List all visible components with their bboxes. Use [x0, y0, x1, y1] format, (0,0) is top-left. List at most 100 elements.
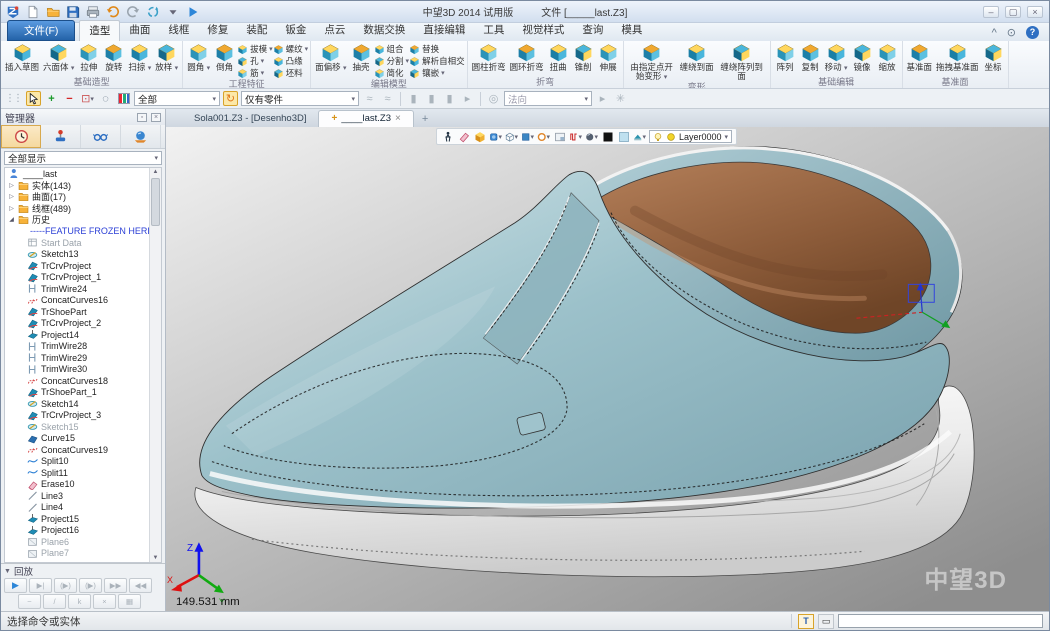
orientation-dropdown[interactable]: 法向▾ — [504, 91, 592, 106]
tree-item-Project15[interactable]: Project15 — [5, 513, 149, 525]
display-filter-dropdown[interactable]: 全部显示▾ — [4, 151, 162, 165]
zw3d-logo-icon[interactable] — [5, 4, 21, 20]
ribbon-button-解析自相交[interactable]: 解析自相交 — [409, 55, 465, 67]
tree-item-StartData[interactable]: Start Data — [5, 237, 149, 249]
tree-item-TrimWire29[interactable]: TrimWire29 — [5, 352, 149, 364]
scroll-up-icon[interactable]: ▲ — [150, 169, 161, 175]
ribbon-button-旋转[interactable]: 旋转 — [101, 42, 126, 72]
open-file-icon[interactable] — [45, 4, 61, 20]
collapse-ribbon-icon[interactable]: ^ — [992, 27, 997, 39]
walk-mode-icon[interactable] — [441, 130, 454, 143]
tree-item-Curve15[interactable]: Curve15 — [5, 433, 149, 445]
ribbon-button-螺纹[interactable]: 螺纹▾ — [273, 43, 309, 55]
ribbon-button-拖拽基准面[interactable]: 拖拽基准面 — [934, 42, 981, 72]
tree-item-Sketch15[interactable]: Sketch15 — [5, 421, 149, 433]
close-button[interactable]: × — [1027, 6, 1043, 18]
tree-item-Erase10[interactable]: Erase10 — [5, 479, 149, 491]
ribbon-tab-工具[interactable]: 工具 — [474, 20, 513, 41]
ribbon-button-圆环折弯[interactable]: 圆环折弯 — [508, 42, 546, 72]
tree-scrollbar[interactable]: ▲ ▼ — [149, 168, 161, 562]
tree-item-(143)[interactable]: ▷实体(143) — [5, 180, 149, 192]
tree-item-Split10[interactable]: Split10 — [5, 456, 149, 468]
entity-filter-dropdown[interactable]: 全部▾ — [134, 91, 220, 106]
replay-play-between-button[interactable]: (▶) — [79, 578, 102, 593]
ribbon-tab-数据交换[interactable]: 数据交换 — [354, 20, 414, 41]
ribbon-button-阵列[interactable]: 阵列 — [773, 42, 798, 72]
tree-item-ConcatCurves18[interactable]: ConcatCurves18 — [5, 375, 149, 387]
ribbon-tab-线框[interactable]: 线框 — [159, 20, 198, 41]
ribbon-button-移动[interactable]: 移动 ▾ — [823, 42, 850, 73]
list-mode-icon[interactable]: ▭ — [818, 614, 834, 629]
ribbon-button-缠绕阵列到面[interactable]: 缠绕阵列到面 — [716, 42, 768, 81]
redo-icon[interactable] — [125, 4, 141, 20]
tree-twisty-icon[interactable]: ▷ — [8, 193, 15, 200]
tree-item-TrShoePart_1[interactable]: TrShoePart_1 — [5, 387, 149, 399]
viewport-split-icon[interactable] — [553, 130, 566, 143]
color-light-swatch-icon[interactable] — [617, 130, 630, 143]
ribbon-button-镜像[interactable]: 镜像 — [850, 42, 875, 72]
regen-icon[interactable] — [145, 4, 161, 20]
scroll-down-icon[interactable]: ▼ — [150, 555, 161, 561]
view-orientation-icon[interactable]: ▾ — [489, 130, 502, 143]
gear-icon[interactable]: ⊙ — [1007, 26, 1016, 39]
layer-dropdown[interactable]: Layer0000▾ — [649, 130, 732, 143]
ribbon-button-圆角[interactable]: 圆角 ▾ — [185, 42, 212, 73]
chevron-down-icon[interactable]: ▼ — [4, 568, 11, 575]
tree-item-Sketch13[interactable]: Sketch13 — [5, 249, 149, 261]
ribbon-button-抽壳[interactable]: 抽壳 — [349, 42, 374, 72]
auto-regen-icon[interactable]: ↻ — [223, 91, 238, 106]
history-manager-tab[interactable] — [1, 125, 41, 148]
tree-item-____last[interactable]: ____last — [5, 168, 149, 180]
tree-item-[interactable]: ◢历史 — [5, 214, 149, 226]
help-icon[interactable]: ? — [1026, 26, 1039, 39]
ribbon-button-由指定点开始变形[interactable]: 由指定点开始变形 ▾ — [626, 42, 678, 82]
print-icon[interactable] — [85, 4, 101, 20]
ribbon-tab-点云[interactable]: 点云 — [315, 20, 354, 41]
ribbon-button-锥削[interactable]: 锥削 — [571, 42, 596, 72]
tree-item-ConcatCurves16[interactable]: ConcatCurves16 — [5, 295, 149, 307]
tree-item-Sketch14[interactable]: Sketch14 — [5, 398, 149, 410]
replay-delete-feature-button[interactable]: × — [93, 594, 116, 609]
ribbon-button-倒角[interactable]: 倒角 — [212, 42, 237, 72]
maximize-button[interactable]: ▢ — [1005, 6, 1021, 18]
tree-twisty-icon[interactable]: ▷ — [8, 182, 15, 189]
save-icon[interactable] — [65, 4, 81, 20]
section-view-icon[interactable]: ▾ — [569, 130, 582, 143]
play-icon[interactable] — [185, 4, 201, 20]
ribbon-button-镶嵌[interactable]: 镶嵌▾ — [409, 67, 465, 79]
render-mode-icon[interactable]: ▾ — [585, 130, 598, 143]
ribbon-tab-修复[interactable]: 修复 — [198, 20, 237, 41]
tree-item-TrimWire24[interactable]: TrimWire24 — [5, 283, 149, 295]
add-select-icon[interactable]: + — [44, 91, 59, 106]
tree-item-Split11[interactable]: Split11 — [5, 467, 149, 479]
replay-play-to-next-button[interactable]: ▶| — [29, 578, 52, 593]
tree-item------FEATUREFROZENHERE-----[interactable]: -----FEATURE FROZEN HERE----- — [5, 226, 149, 238]
tree-item-Project14[interactable]: Project14 — [5, 329, 149, 341]
ribbon-button-圆柱折弯[interactable]: 圆柱折弯 — [470, 42, 508, 72]
wireframe-display-icon[interactable]: ▾ — [505, 130, 518, 143]
new-tab-button[interactable]: + — [414, 111, 436, 127]
render-manager-tab[interactable] — [121, 125, 161, 148]
ribbon-button-替换[interactable]: 替换 — [409, 43, 465, 55]
tree-item-TrCrvProject[interactable]: TrCrvProject — [5, 260, 149, 272]
ribbon-button-插入草图[interactable]: 插入草图 — [3, 42, 41, 72]
document-tab[interactable]: Sola001.Z3 - [Desenho3D] — [182, 111, 318, 127]
tree-item-TrimWire28[interactable]: TrimWire28 — [5, 341, 149, 353]
visual-manager-tab[interactable] — [81, 125, 121, 148]
replay-pencil-edit-button[interactable]: / — [43, 594, 66, 609]
ribbon-tab-钣金[interactable]: 钣金 — [276, 20, 315, 41]
ribbon-button-筋[interactable]: 筋▾ — [237, 67, 273, 79]
ribbon-button-简化[interactable]: 简化 — [374, 67, 410, 79]
part-filter-dropdown[interactable]: 仅有零件▾ — [241, 91, 359, 106]
document-tab[interactable]: +____last.Z3× — [318, 110, 413, 127]
ribbon-tab-造型[interactable]: 造型 — [79, 20, 120, 41]
ribbon-button-缩放[interactable]: 缩放 — [875, 42, 900, 72]
tree-item-TrShoePart[interactable]: TrShoePart — [5, 306, 149, 318]
ribbon-button-放样[interactable]: 放样 ▾ — [153, 42, 180, 73]
ribbon-tab-曲面[interactable]: 曲面 — [120, 20, 159, 41]
replay-fast-forward-button[interactable]: ▶▶ — [104, 578, 127, 593]
ribbon-button-坯料[interactable]: 坯料 — [273, 67, 309, 79]
tree-twisty-icon[interactable]: ◢ — [8, 216, 15, 223]
ribbon-button-缠绕到面[interactable]: 缠绕到面 — [678, 42, 716, 72]
tab-close-icon[interactable]: × — [395, 113, 401, 124]
